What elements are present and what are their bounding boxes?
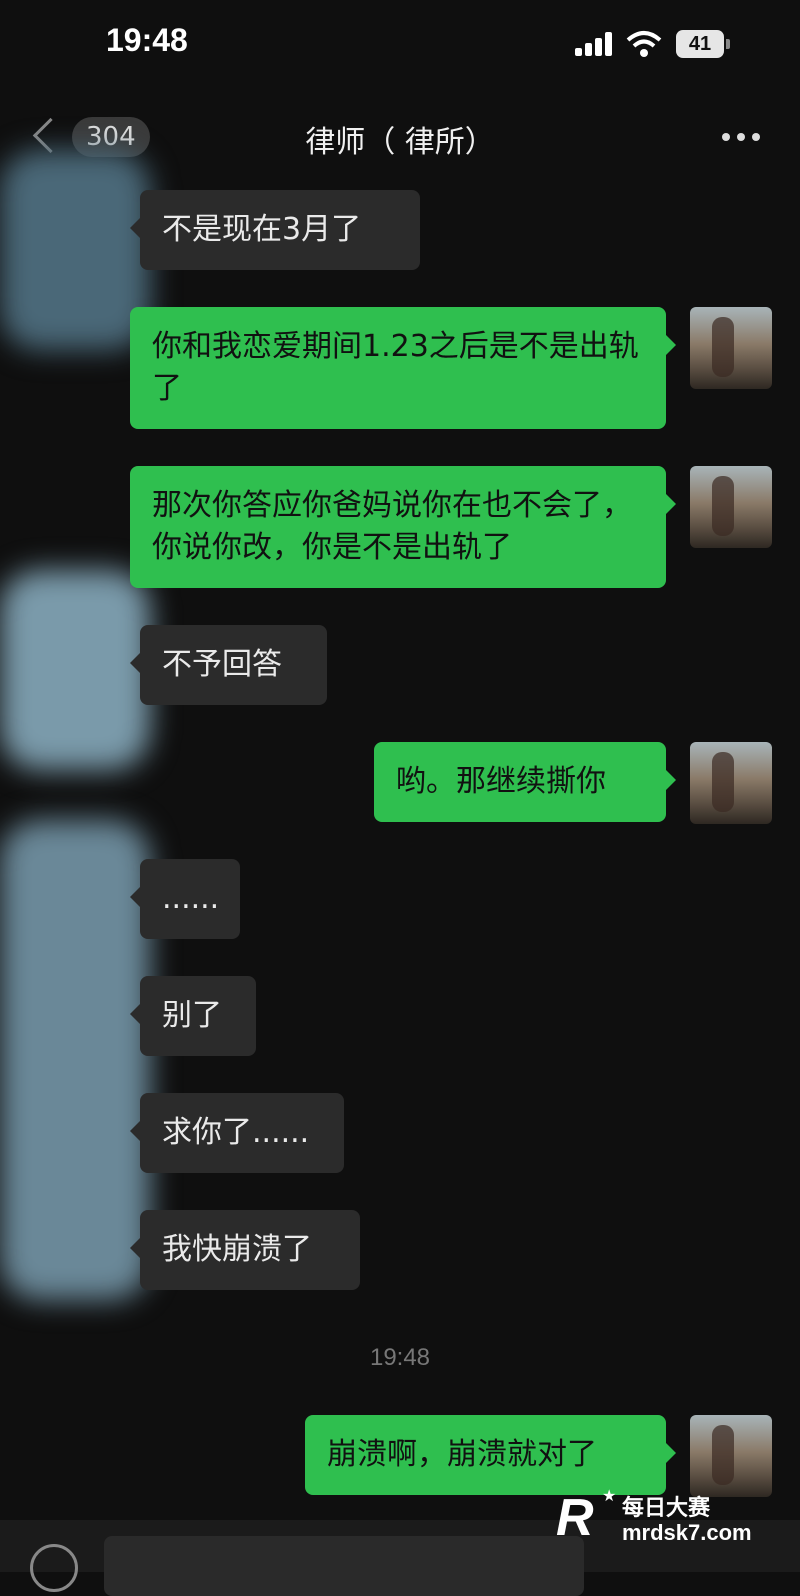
incoming-message[interactable]: 我快崩溃了 [130, 1210, 360, 1290]
more-options-icon[interactable] [722, 133, 762, 143]
watermark: R ★ 每日大赛 mrdsk7.com [546, 1480, 800, 1560]
battery-indicator: 41 [676, 30, 724, 58]
blurred-avatar [0, 570, 150, 770]
battery-tip [726, 39, 730, 49]
blurred-avatar [0, 820, 150, 1300]
watermark-name: 每日大赛 [622, 1496, 711, 1521]
blurred-avatar [0, 150, 150, 350]
watermark-url: mrdsk7.com [622, 1520, 752, 1545]
voice-input-icon[interactable] [30, 1544, 78, 1592]
incoming-message[interactable]: 不是现在3月了 [130, 190, 420, 270]
outgoing-message[interactable]: 那次你答应你爸妈说你在也不会了，你说你改，你是不是出轨了 [130, 466, 676, 588]
outgoing-message[interactable]: 哟。那继续撕你 [374, 742, 676, 822]
star-icon: ★ [602, 1486, 617, 1505]
watermark-logo: R [556, 1489, 594, 1547]
incoming-message[interactable]: ...... [130, 859, 240, 939]
my-avatar[interactable] [690, 742, 772, 824]
status-bar: 19:48 41 [0, 0, 800, 90]
incoming-message[interactable]: 别了 [130, 976, 256, 1056]
status-time: 19:48 [106, 22, 188, 58]
incoming-message[interactable]: 不予回答 [130, 625, 327, 705]
my-avatar[interactable] [690, 307, 772, 389]
cellular-signal-icon [575, 32, 615, 56]
message-input[interactable] [104, 1536, 584, 1596]
message-timestamp: 19:48 [369, 1344, 431, 1371]
wifi-icon [626, 31, 662, 57]
outgoing-message[interactable]: 你和我恋爱期间1.23之后是不是出轨了 [130, 307, 676, 429]
my-avatar[interactable] [690, 466, 772, 548]
incoming-message[interactable]: 求你了...... [130, 1093, 344, 1173]
